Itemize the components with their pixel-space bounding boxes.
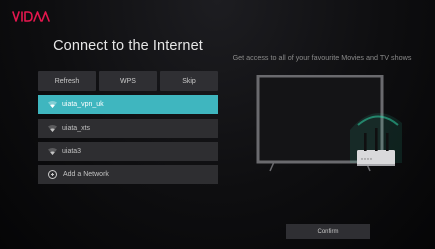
wifi-icon <box>48 125 57 132</box>
confirm-button[interactable]: Confirm <box>286 224 370 239</box>
add-network-label: Add a Network <box>63 171 109 178</box>
wifi-icon <box>48 148 57 155</box>
action-row: Refresh WPS Skip <box>38 71 218 91</box>
plus-circle-icon <box>48 170 57 179</box>
skip-button[interactable]: Skip <box>160 71 218 91</box>
network-item-uiata-xts[interactable]: uiata_xts <box>38 119 218 138</box>
network-item-uiata3[interactable]: uiata3 <box>38 142 218 161</box>
network-ssid: uiata_vpn_uk <box>62 101 104 108</box>
tv-router-illustration <box>256 75 402 172</box>
network-item-uiata-vpn-uk[interactable]: uiata_vpn_uk <box>38 95 218 114</box>
page-title: Connect to the Internet <box>53 38 203 54</box>
add-network-button[interactable]: Add a Network <box>38 165 218 184</box>
vidaa-logo <box>12 10 50 22</box>
promo-text: Get access to all of your favourite Movi… <box>232 53 412 62</box>
wps-button[interactable]: WPS <box>99 71 157 91</box>
refresh-button[interactable]: Refresh <box>38 71 96 91</box>
setup-screen: Connect to the Internet Refresh WPS Skip… <box>0 0 435 249</box>
network-ssid: uiata3 <box>62 148 82 155</box>
wifi-icon <box>48 101 57 108</box>
network-ssid: uiata_xts <box>62 125 91 132</box>
